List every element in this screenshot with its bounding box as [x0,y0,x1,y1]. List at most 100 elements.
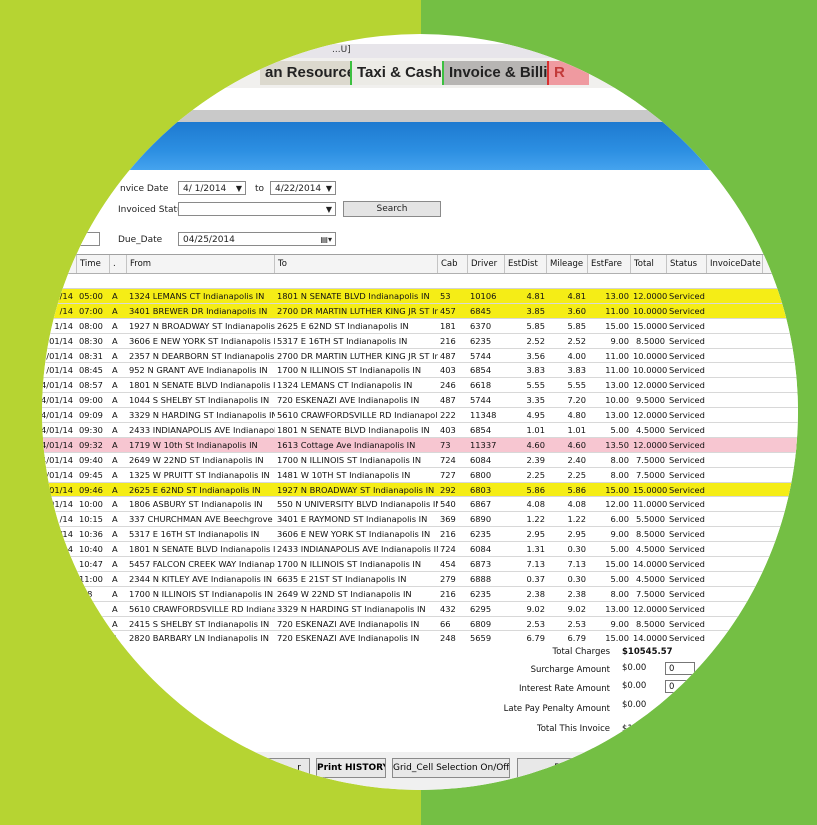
cell-mileage[interactable]: 2.53 [547,617,588,631]
cell-estfare[interactable]: 15.00 [588,557,631,571]
table-row[interactable]: 4/01/14 09:09 A 3329 N HARDING ST Indianapo… [42,408,798,424]
cell-mileage[interactable]: 2.40 [547,453,588,467]
cell-mileage[interactable]: 7.20 [547,393,588,407]
cell-mileage[interactable]: 2.38 [547,587,588,601]
cell-to[interactable]: 720 ESKENAZI AVE Indianapolis IN [275,617,438,631]
cell-from[interactable]: 1801 N SENATE BLVD Indianapolis IN [127,542,275,556]
cell-time[interactable]: 10:40 [77,542,110,556]
cell-time[interactable]: 09:45 [77,468,110,482]
cell-estdist[interactable]: 5.85 [505,319,547,333]
cell-status[interactable]: Serviced [667,617,707,631]
cell-cab[interactable]: 457 [438,304,468,318]
col-header-time[interactable]: Time [77,255,110,273]
cell-total[interactable]: 7.5000 [631,468,667,482]
cell-cab[interactable]: 279 [438,572,468,586]
cell-time[interactable]: 08:00 [77,319,110,333]
cell-status[interactable]: Serviced [667,542,707,556]
cell-total[interactable]: 12.0000 [631,408,667,422]
cell-flag[interactable]: A [110,617,127,631]
cell-estdist[interactable]: 2.52 [505,334,547,348]
cell-cab[interactable]: 66 [438,617,468,631]
cell-to[interactable]: 6635 E 21ST ST Indianapolis IN [275,572,438,586]
cell-mileage[interactable]: 7.13 [547,557,588,571]
cell-to[interactable]: 5610 CRAWFORDSVILLE RD Indianapolis IN [275,408,438,422]
cell-time[interactable]: 10:00 [77,497,110,511]
cell-driver[interactable]: 6890 [468,512,505,526]
cell-to[interactable]: 1481 W 10TH ST Indianapolis IN [275,468,438,482]
date-to-picker[interactable]: 4/22/2014 ▼ [270,181,336,195]
cell-driver[interactable]: 6854 [468,363,505,377]
grid-filter-row[interactable] [42,274,798,289]
cell-cab[interactable]: 403 [438,423,468,437]
cell-time[interactable]: 09:40 [77,453,110,467]
cell-total[interactable]: 7.5000 [631,587,667,601]
cell-mileage[interactable]: 0.30 [547,542,588,556]
cell-date[interactable]: 4/01/14 [42,408,75,422]
cell-mileage[interactable]: 5.86 [547,483,588,497]
cell-cab[interactable]: 724 [438,542,468,556]
cell-date[interactable] [42,617,75,631]
cell-estdist[interactable]: 4.81 [505,289,547,303]
table-row[interactable]: /01/14 08:45 A 952 N GRANT AVE Indianapolis… [42,363,798,379]
cell-from[interactable]: 1700 N ILLINOIS ST Indianapolis IN [127,587,275,601]
tab-reports[interactable]: R [549,61,589,85]
cell-flag[interactable]: A [110,527,127,541]
cell-estfare[interactable]: 8.00 [588,587,631,601]
cell-flag[interactable]: A [110,289,127,303]
cell-flag[interactable]: A [110,542,127,556]
tab-invoice-billing[interactable]: Invoice & Billing [444,61,549,85]
invoiced-status-select[interactable]: ▼ [178,202,336,216]
tab-taxi-cashier[interactable]: Taxi & Cashier [352,61,444,85]
cell-driver[interactable]: 6235 [468,587,505,601]
cell-driver[interactable]: 6867 [468,497,505,511]
cell-estfare[interactable]: 9.00 [588,334,631,348]
cell-cab[interactable]: 369 [438,512,468,526]
cell-estfare[interactable]: 13.00 [588,378,631,392]
cell-driver[interactable]: 6295 [468,602,505,616]
cell-driver[interactable]: 6888 [468,572,505,586]
cell-status[interactable]: Serviced [667,527,707,541]
col-header-date[interactable] [42,255,77,273]
col-header-from[interactable]: From [127,255,275,273]
cell-cab[interactable]: 216 [438,527,468,541]
cell-date[interactable]: 4 [42,542,75,556]
cell-cab[interactable]: 73 [438,438,468,452]
table-row[interactable]: 4/01/14 09:30 A 2433 INDIANAPOLIS AVE India… [42,423,798,438]
tab-human-resources[interactable]: an Resources [260,61,352,85]
cell-flag[interactable]: A [110,363,127,377]
cell-estdist[interactable]: 2.38 [505,587,547,601]
cell-driver[interactable]: 6873 [468,557,505,571]
table-row[interactable]: 4 10:40 A 1801 N SENATE BLVD Indianapolis I… [42,542,798,558]
cell-to[interactable]: 720 ESKENAZI AVE Indianapolis IN [275,393,438,407]
cell-total[interactable]: 10.0000 [631,349,667,363]
cell-mileage[interactable]: 4.80 [547,408,588,422]
cell-date[interactable]: /14 [42,527,75,541]
date-from-picker[interactable]: 4/ 1/2014 ▼ [178,181,246,195]
col-header-flag[interactable]: . [110,255,127,273]
cell-time[interactable]: 10:36 [77,527,110,541]
cell-estfare[interactable]: 11.00 [588,363,631,377]
cell-flag[interactable]: A [110,319,127,333]
table-row[interactable]: /01/14 08:31 A 2357 N DEARBORN ST Indianapo… [42,349,798,364]
cell-estdist[interactable]: 2.39 [505,453,547,467]
cell-date[interactable]: /14 [42,289,75,303]
grid-cell-selection-toggle[interactable]: Grid_Cell Selection On/Off [392,758,510,778]
cell-mileage[interactable]: 2.52 [547,334,588,348]
cell-time[interactable]: 09:32 [77,438,110,452]
cell-from[interactable]: 1325 W PRUITT ST Indianapolis IN [127,468,275,482]
cell-from[interactable]: 5317 E 16TH ST Indianapolis IN [127,527,275,541]
cell-time[interactable]: 08:45 [77,363,110,377]
cell-flag[interactable]: A [110,512,127,526]
cell-time[interactable]: 10:15 [77,512,110,526]
cell-flag[interactable]: A [110,393,127,407]
cell-driver[interactable]: 5744 [468,349,505,363]
cell-from[interactable]: 1324 LEMANS CT Indianapolis IN [127,289,275,303]
cell-total[interactable]: 11.0000 [631,497,667,511]
cell-mileage[interactable]: 2.25 [547,468,588,482]
cell-total[interactable]: 12.0000 [631,289,667,303]
cell-driver[interactable]: 5744 [468,393,505,407]
cell-date[interactable] [42,557,75,571]
cell-cab[interactable]: 53 [438,289,468,303]
cell-mileage[interactable]: 4.60 [547,438,588,452]
table-row[interactable]: /14 10:15 A 337 CHURCHMAN AVE Beechgrove IN… [42,512,798,528]
